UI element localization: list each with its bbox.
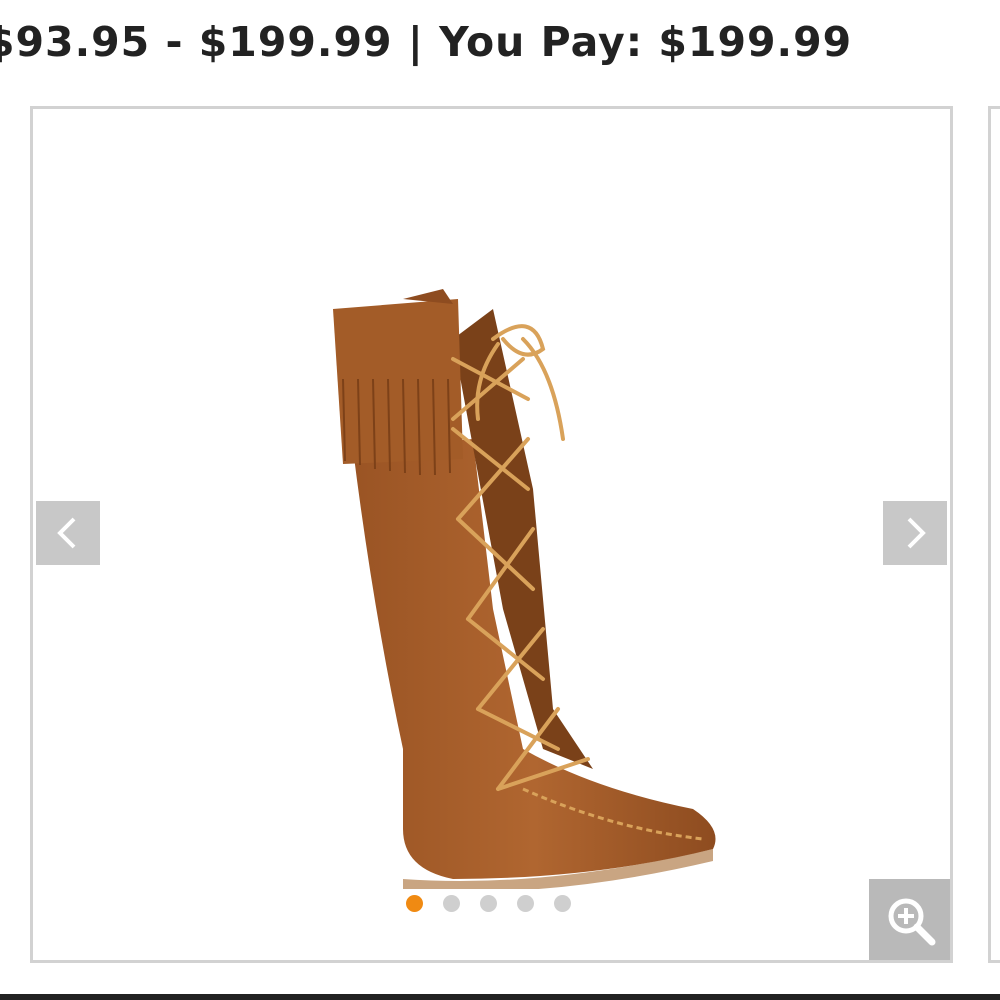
slide-dot-4[interactable] [517, 895, 534, 912]
product-image[interactable] [293, 189, 733, 889]
adjacent-product-card[interactable] [988, 106, 1000, 963]
you-pay-value: $199.99 [658, 18, 853, 66]
slide-dot-1[interactable] [406, 895, 423, 912]
zoom-button[interactable] [869, 879, 950, 960]
slide-dot-5[interactable] [554, 895, 571, 912]
product-image-gallery [30, 106, 953, 963]
price-summary: $93.95 - $199.99 | You Pay: $199.99 [0, 18, 852, 66]
slide-dot-2[interactable] [443, 895, 460, 912]
price-separator: | [407, 18, 424, 66]
next-image-button[interactable] [883, 501, 947, 565]
chevron-left-icon [57, 517, 76, 549]
bottom-divider [0, 994, 1000, 1000]
chevron-right-icon [907, 517, 926, 549]
slide-indicator [406, 895, 571, 912]
zoom-in-icon [888, 898, 936, 946]
you-pay-label: You Pay: [439, 18, 644, 66]
previous-image-button[interactable] [36, 501, 100, 565]
slide-dot-3[interactable] [480, 895, 497, 912]
price-range: $93.95 - $199.99 [0, 18, 393, 66]
